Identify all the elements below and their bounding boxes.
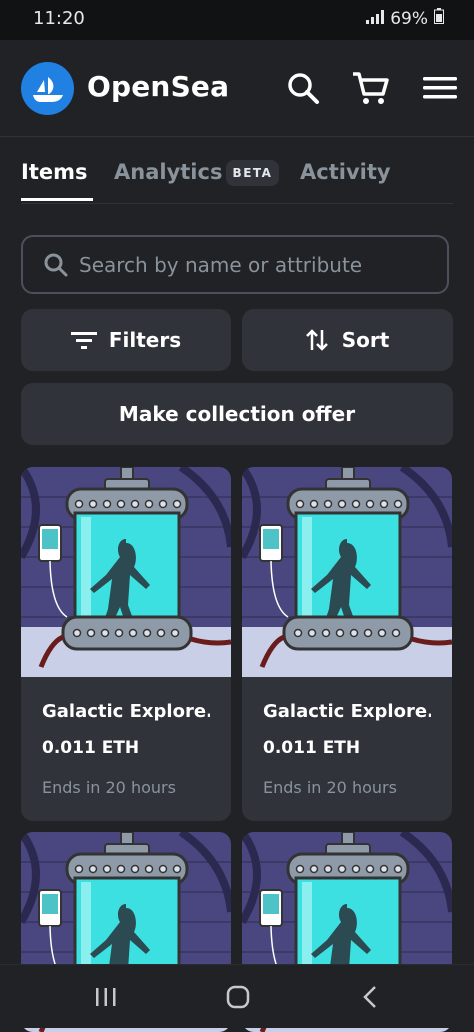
filters-label: Filters: [108, 328, 182, 352]
search-icon: [43, 252, 69, 278]
nft-image: [21, 467, 231, 677]
item-card[interactable]: Galactic Explore... 0.011 ETH Ends in 20…: [242, 467, 452, 821]
signal-icon: [366, 9, 385, 29]
item-price: 0.011 ETH: [42, 738, 140, 758]
status-bar: 11:20 69%: [0, 0, 474, 40]
filters-button[interactable]: Filters: [21, 309, 231, 371]
item-title: Galactic Explore...: [42, 701, 210, 722]
sort-label: Sort: [341, 328, 390, 352]
filter-icon: [70, 332, 97, 349]
hamburger-menu-icon: [423, 77, 457, 99]
sort-icon: [305, 329, 328, 351]
nft-image: [242, 467, 452, 677]
home-icon: [226, 985, 250, 1009]
home-button[interactable]: [216, 979, 260, 1015]
item-price: 0.011 ETH: [263, 738, 361, 758]
search-icon: [288, 73, 319, 104]
search-input[interactable]: [77, 251, 441, 278]
cart-button[interactable]: [350, 68, 390, 108]
battery-icon: [434, 8, 444, 29]
active-tab-indicator: [21, 198, 93, 201]
back-button[interactable]: [348, 979, 392, 1015]
item-ends: Ends in 20 hours: [263, 778, 397, 797]
status-time: 11:20: [33, 8, 85, 29]
recent-apps-button[interactable]: [84, 979, 128, 1015]
brand-name: OpenSea: [87, 70, 230, 103]
back-icon: [363, 986, 376, 1008]
cart-icon: [353, 72, 389, 104]
beta-badge: BETA: [226, 160, 279, 186]
tab-analytics[interactable]: Analytics: [114, 160, 222, 184]
battery-percent: 69%: [390, 8, 428, 29]
tab-bar: Items Analytics BETA Activity: [21, 150, 453, 204]
search-button[interactable]: [283, 68, 323, 108]
app-header: OpenSea: [0, 40, 474, 137]
item-card[interactable]: Galactic Explore... 0.011 ETH Ends in 20…: [21, 467, 231, 821]
item-ends: Ends in 20 hours: [42, 778, 176, 797]
tab-activity[interactable]: Activity: [300, 160, 391, 184]
opensea-logo[interactable]: [21, 62, 74, 115]
system-nav-bar: [0, 964, 474, 1028]
make-collection-offer-button[interactable]: Make collection offer: [21, 383, 453, 445]
recent-apps-icon: [96, 988, 116, 1006]
status-icons: 69%: [366, 8, 444, 29]
search-box[interactable]: [21, 235, 449, 294]
menu-button[interactable]: [420, 68, 460, 108]
sort-button[interactable]: Sort: [242, 309, 453, 371]
tab-items[interactable]: Items: [21, 160, 87, 184]
item-title: Galactic Explore...: [263, 701, 431, 722]
